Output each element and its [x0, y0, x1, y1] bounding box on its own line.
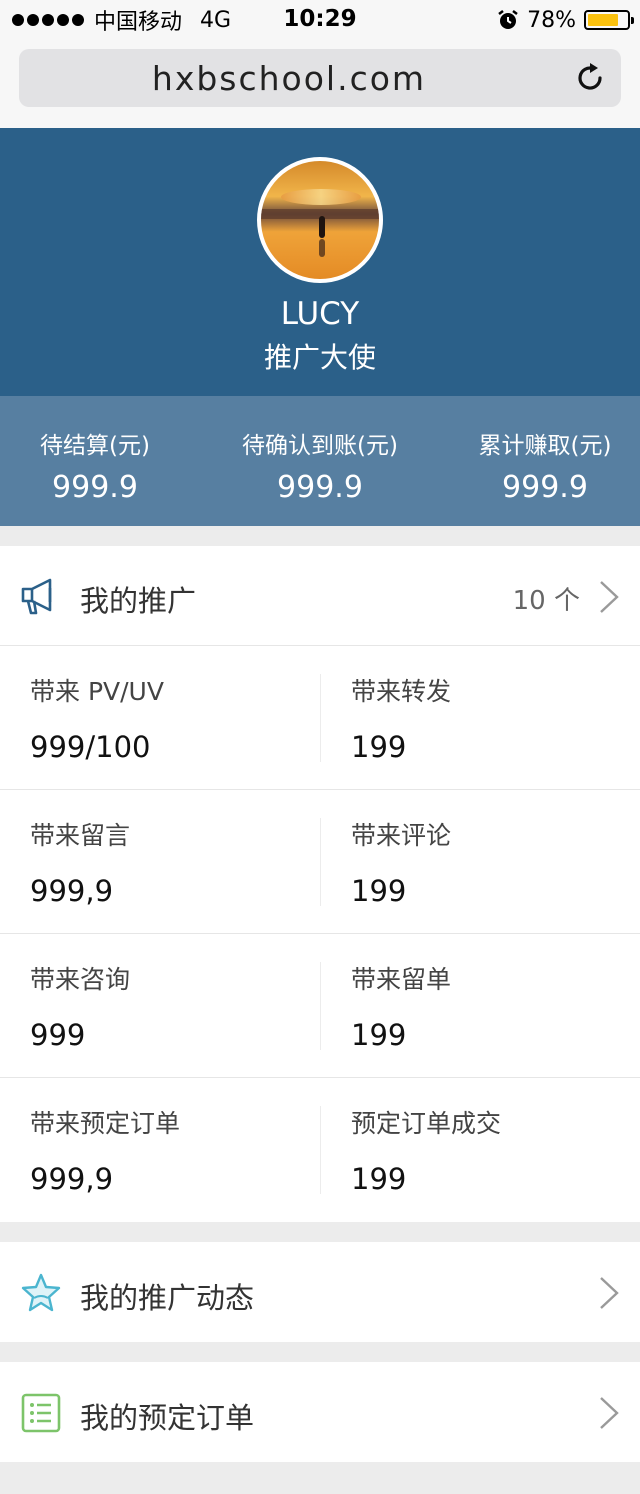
stat-value: 999,9 — [30, 1162, 114, 1196]
stat-label: 带来咨询 — [30, 965, 131, 994]
stat-value: 199 — [351, 1162, 407, 1196]
user-name: LUCY — [280, 296, 360, 332]
reload-icon[interactable] — [573, 61, 607, 95]
promotion-dynamics-row[interactable]: 我的推广动态 — [0, 1242, 640, 1342]
stat-label: 带来转发 — [351, 677, 452, 706]
chevron-right-icon — [600, 1397, 619, 1429]
profile-header: LUCY 推广大使 — [0, 128, 640, 396]
column-divider — [320, 962, 321, 1050]
stat-value: 199 — [351, 874, 407, 908]
browser-toolbar: hxbschool.com — [0, 40, 640, 128]
stat-shares: 带来转发 199 — [351, 672, 451, 764]
earning-value: 999.9 — [52, 470, 138, 505]
promotion-count: 10 个 — [512, 586, 580, 616]
promotion-card: 我的推广 10 个 带来 PV/UV 999/100 带来转发 199 带来留言… — [0, 546, 640, 1222]
battery-percent: 78% — [527, 7, 576, 33]
chevron-right-icon — [600, 581, 619, 613]
earning-total: 累计赚取(元) 999.9 — [450, 396, 640, 526]
stats-row: 带来留言 999,9 带来评论 199 — [0, 790, 640, 934]
stat-messages: 带来留言 999,9 — [30, 816, 130, 908]
stat-comments: 带来评论 199 — [351, 816, 451, 908]
earning-label: 待结算(元) — [40, 433, 150, 459]
booking-orders-row[interactable]: 我的预定订单 — [0, 1362, 640, 1462]
battery-fill — [588, 14, 618, 26]
stat-value: 199 — [351, 1018, 407, 1052]
address-bar[interactable]: hxbschool.com — [19, 49, 621, 107]
stats-row: 带来 PV/UV 999/100 带来转发 199 — [0, 646, 640, 790]
stats-row: 带来预定订单 999,9 预定订单成交 199 — [0, 1078, 640, 1222]
promotion-header-row[interactable]: 我的推广 10 个 — [0, 546, 640, 646]
column-divider — [320, 1106, 321, 1194]
user-role: 推广大使 — [263, 341, 376, 374]
stat-pv-uv: 带来 PV/UV 999/100 — [30, 672, 164, 764]
promotion-title: 我的推广 — [80, 584, 197, 618]
stat-booking-orders: 带来预定订单 999,9 — [30, 1104, 180, 1196]
status-bar: 中国移动 4G 10:29 78% — [0, 0, 640, 40]
stat-label: 带来预定订单 — [30, 1109, 181, 1138]
earning-value: 999.9 — [277, 470, 363, 505]
star-icon — [21, 1273, 61, 1312]
stat-leads: 带来留单 199 — [351, 960, 451, 1052]
stat-value: 999,9 — [30, 874, 114, 908]
stat-label: 带来评论 — [351, 821, 452, 850]
stat-booking-deals: 预定订单成交 199 — [351, 1104, 501, 1196]
stat-label: 带来 PV/UV — [30, 677, 164, 706]
chevron-right-icon — [600, 1277, 619, 1309]
stat-value: 999 — [30, 1018, 86, 1052]
earning-to-confirm: 待确认到账(元) 999.9 — [190, 396, 450, 526]
column-divider — [320, 818, 321, 906]
megaphone-icon — [21, 578, 52, 615]
stat-label: 带来留言 — [30, 821, 131, 850]
stat-value: 199 — [351, 730, 407, 764]
promotion-stats: 带来 PV/UV 999/100 带来转发 199 带来留言 999,9 带来评… — [0, 646, 640, 1222]
stat-label: 带来留单 — [351, 965, 452, 994]
stat-label: 预定订单成交 — [351, 1109, 502, 1138]
earning-label: 累计赚取(元) — [478, 433, 612, 459]
column-divider — [320, 674, 321, 762]
avatar[interactable] — [257, 157, 383, 283]
earning-label: 待确认到账(元) — [242, 433, 398, 459]
earning-value: 999.9 — [502, 470, 588, 505]
stat-inquiries: 带来咨询 999 — [30, 960, 130, 1052]
booking-orders-title: 我的预定订单 — [80, 1401, 255, 1435]
stat-value: 999/100 — [30, 730, 151, 764]
status-right: 78% — [497, 6, 634, 34]
list-icon — [21, 1393, 61, 1433]
url-text[interactable]: hxbschool.com — [19, 59, 559, 98]
alarm-icon — [498, 10, 518, 29]
stats-row: 带来咨询 999 带来留单 199 — [0, 934, 640, 1078]
earning-pending: 待结算(元) 999.9 — [0, 396, 190, 526]
battery-icon — [584, 10, 634, 30]
promotion-dynamics-title: 我的推广动态 — [80, 1281, 255, 1315]
earnings-summary: 待结算(元) 999.9 待确认到账(元) 999.9 累计赚取(元) 999.… — [0, 396, 640, 526]
